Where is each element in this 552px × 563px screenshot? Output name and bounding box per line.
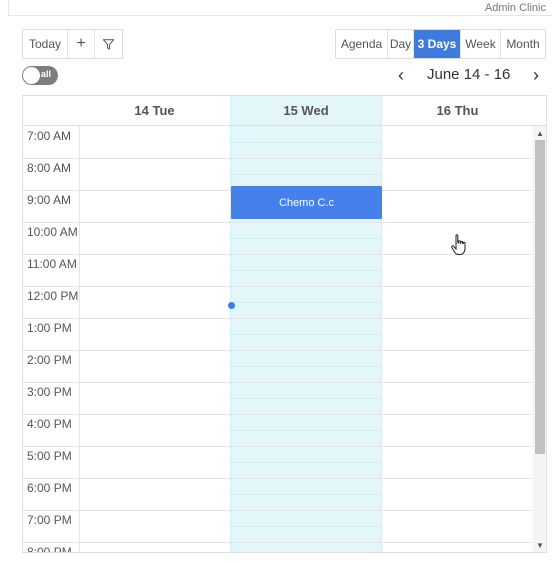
day-header-2[interactable]: 15 Wed <box>230 96 382 126</box>
toggle-knob <box>23 67 40 84</box>
time-grid[interactable]: 7:00 AM 8:00 AM 9:00 AM 10:00 AM 11:00 AM 12:… <box>23 126 533 553</box>
half-hour-line <box>231 302 381 303</box>
scroll-up-arrow-icon[interactable]: ▲ <box>533 128 546 140</box>
view-day-button[interactable]: Day <box>388 30 414 58</box>
view-3days-button[interactable]: 3 Days <box>414 30 461 58</box>
half-hour-line <box>231 462 381 463</box>
day-header-1[interactable]: 14 Tue <box>79 96 230 126</box>
hour-line <box>23 382 533 383</box>
top-strip: Admin Clinic <box>0 0 552 16</box>
calendar: 14 Tue 15 Wed 16 Thu 7:00 AM 8:00 AM 9:00 … <box>22 95 547 553</box>
time-label: 6:00 PM <box>27 481 72 495</box>
time-label: 9:00 AM <box>27 193 72 207</box>
half-hour-line <box>231 398 381 399</box>
time-label: 12:00 PM <box>27 289 79 303</box>
half-hour-line <box>231 142 381 143</box>
hour-line <box>23 542 533 543</box>
clinic-name: Admin Clinic <box>484 2 546 14</box>
time-label: 8:00 AM <box>27 161 72 175</box>
half-hour-line <box>231 366 381 367</box>
next-button[interactable]: › <box>528 66 544 84</box>
scroll-thumb[interactable] <box>535 140 545 454</box>
current-time-indicator <box>228 302 235 309</box>
time-label: 7:00 AM <box>27 129 72 143</box>
view-week-button[interactable]: Week <box>461 30 501 58</box>
top-frame <box>8 0 552 16</box>
half-hour-line <box>231 526 381 527</box>
half-hour-line <box>231 174 381 175</box>
all-toggle[interactable]: all <box>22 66 58 85</box>
view-month-button[interactable]: Month <box>501 30 545 58</box>
half-hour-line <box>231 270 381 271</box>
half-hour-line <box>231 334 381 335</box>
left-toolbar: Today + <box>22 29 123 59</box>
time-gutter-header <box>23 96 79 126</box>
view-agenda-button[interactable]: Agenda <box>336 30 388 58</box>
filter-button[interactable] <box>95 30 122 58</box>
hour-line <box>23 510 533 511</box>
hour-line <box>23 414 533 415</box>
time-label: 3:00 PM <box>27 385 72 399</box>
filter-icon <box>103 38 114 50</box>
time-label: 10:00 AM <box>27 225 78 239</box>
time-label: 8:00 PM <box>27 545 72 553</box>
hour-line <box>23 318 533 319</box>
hand-cursor-icon <box>451 234 466 255</box>
time-label: 1:00 PM <box>27 321 72 335</box>
add-button[interactable]: + <box>68 30 95 58</box>
vertical-scrollbar[interactable]: ▲ ▼ <box>533 126 546 552</box>
hour-line <box>23 478 533 479</box>
toggle-label: all <box>41 69 52 79</box>
scroll-header-spacer <box>533 96 546 126</box>
time-label: 7:00 PM <box>27 513 72 527</box>
half-hour-line <box>231 238 381 239</box>
hour-line <box>23 350 533 351</box>
half-hour-line <box>231 430 381 431</box>
scroll-down-arrow-icon[interactable]: ▼ <box>533 540 546 552</box>
time-label: 2:00 PM <box>27 353 72 367</box>
time-label: 11:00 AM <box>27 257 77 271</box>
event-block[interactable]: Chemo C.c <box>231 186 382 219</box>
today-button[interactable]: Today <box>23 30 68 58</box>
hour-line <box>23 286 533 287</box>
time-label: 5:00 PM <box>27 449 72 463</box>
hour-line <box>23 446 533 447</box>
time-label: 4:00 PM <box>27 417 72 431</box>
view-switcher: Agenda Day 3 Days Week Month <box>335 29 546 59</box>
half-hour-line <box>231 494 381 495</box>
hour-line <box>23 158 533 159</box>
date-range-label: June 14 - 16 <box>427 66 511 83</box>
prev-button[interactable]: ‹ <box>393 66 409 84</box>
day-header-3[interactable]: 16 Thu <box>382 96 533 126</box>
hour-line <box>23 222 533 223</box>
